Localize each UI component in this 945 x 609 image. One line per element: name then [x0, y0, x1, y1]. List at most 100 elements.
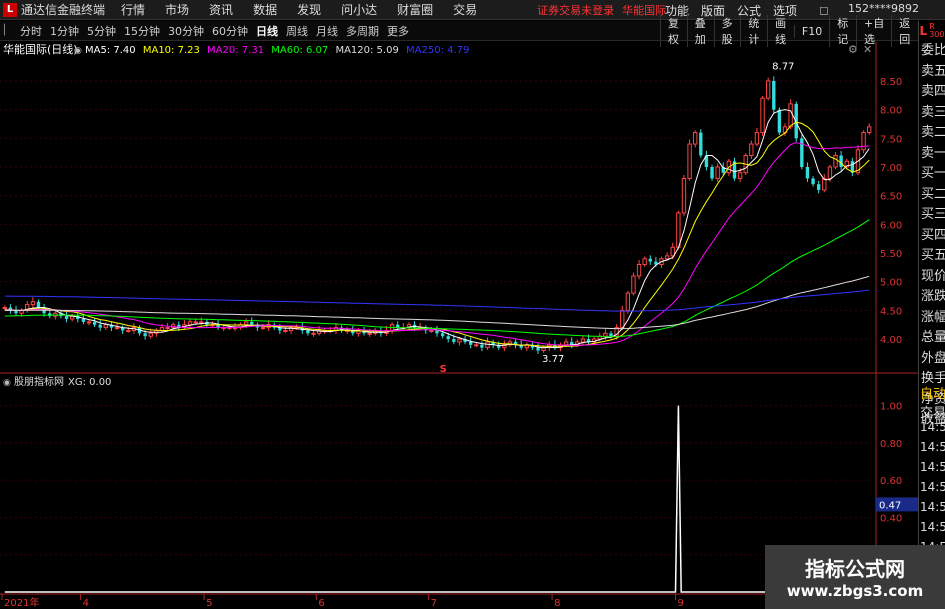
candle-body — [126, 329, 131, 332]
tab-monthly[interactable]: 月线 — [316, 23, 338, 39]
candle-body — [760, 97, 765, 134]
side-item[interactable]: 卖一 — [919, 144, 945, 165]
price-tick-label: 8.00 — [880, 106, 902, 117]
tab-more[interactable]: 更多 — [387, 23, 409, 39]
tab-multi-period[interactable]: 多周期 — [346, 23, 379, 39]
candle-body — [805, 166, 810, 179]
side-item[interactable]: 涨跌 — [919, 287, 945, 308]
menu-item-wealth[interactable]: 财富圈 — [397, 1, 433, 18]
candle-body — [2, 307, 7, 310]
candle-body — [839, 155, 843, 167]
indicator-title: 股朋指标网 — [14, 375, 64, 388]
indicator-current-value: 0.47 — [879, 500, 901, 511]
indicator-value: XG: 0.00 — [68, 377, 111, 388]
menu-item-ask[interactable]: 问小达 — [341, 1, 377, 18]
side-item[interactable]: 买二 — [919, 185, 945, 206]
tab-intraday[interactable]: 分时 — [20, 23, 42, 39]
candle-body — [187, 321, 193, 326]
tab-1min[interactable]: 1分钟 — [50, 23, 79, 39]
login-notice[interactable]: 证券交易未登录 — [537, 2, 614, 18]
candle-body — [681, 177, 687, 214]
side-item[interactable]: 买五 — [919, 246, 945, 267]
app-name: 通达信金融终端 — [21, 3, 106, 17]
ma-legend: MA5: 7.40 MA10: 7.23 MA20: 7.31 MA60: 6.… — [85, 45, 469, 56]
side-item[interactable]: 外盘 — [919, 349, 945, 370]
menu-item-news[interactable]: 资讯 — [209, 1, 233, 18]
indicator-grid: 1.000.800.600.400.200.47 — [0, 402, 918, 562]
date-label: 5 — [206, 598, 212, 609]
menu-item-discover[interactable]: 发现 — [297, 1, 321, 18]
menu-bar: L 通达信金融终端 行情 市场 资讯 数据 发现 问小达 财富圈 交易 证券交易… — [0, 0, 945, 20]
candle-body — [625, 292, 631, 311]
settings-icon[interactable]: ⚙ — [848, 43, 858, 56]
lr-indicator[interactable]: L R 300 — [919, 21, 945, 41]
collapse-icon[interactable]: ▏ — [4, 25, 16, 36]
menu-item-quotes[interactable]: 行情 — [121, 1, 145, 18]
candle-body — [103, 324, 109, 329]
tab-15min[interactable]: 15分钟 — [124, 23, 160, 39]
side-item[interactable]: 现价 — [919, 267, 945, 288]
candle-body — [98, 324, 102, 328]
collapse-header-icon[interactable]: ◉ — [74, 46, 82, 56]
auto-label[interactable]: 自动 — [919, 383, 945, 402]
user-account[interactable]: 152****9892 — [848, 2, 919, 15]
price-tick-label: 6.50 — [880, 192, 902, 203]
tab-5min[interactable]: 5分钟 — [87, 23, 116, 39]
candle-body — [710, 166, 714, 179]
menu-item-data[interactable]: 数据 — [253, 1, 277, 18]
price-tick-label: 4.00 — [880, 335, 902, 346]
candle-body — [687, 143, 692, 179]
kline-chart[interactable]: 华能国际(日线) ◉ MA5: 7.40 MA10: 7.23 MA20: 7.… — [0, 42, 918, 609]
tick-time: 14:56 — [920, 440, 945, 454]
tab-60min[interactable]: 60分钟 — [212, 23, 248, 39]
candle-body — [283, 329, 288, 332]
tab-daily[interactable]: 日线 — [256, 23, 278, 39]
period-toolbar: ▏ 分时 1分钟 5分钟 15分钟 30分钟 60分钟 日线 周线 月线 多周期… — [0, 15, 918, 47]
candle-body — [642, 258, 647, 265]
tab-30min[interactable]: 30分钟 — [168, 23, 204, 39]
price-tick-label: 8.50 — [880, 77, 902, 88]
side-item[interactable]: 总量 — [919, 328, 945, 349]
candle-body — [833, 155, 838, 168]
ma60-label: MA60: 6.07 — [271, 45, 328, 56]
side-item[interactable]: 委比 — [919, 41, 945, 62]
candle-body — [480, 344, 484, 348]
date-label: 2021年 — [4, 596, 39, 609]
candle-body — [367, 332, 372, 335]
candle-body — [676, 212, 681, 248]
indicator-tick-label: 0.60 — [880, 476, 902, 487]
side-item[interactable]: 买三 — [919, 205, 945, 226]
candle-body — [250, 321, 254, 325]
watermark: 指标公式网 www.zbgs3.com — [765, 545, 945, 609]
candle-body — [754, 132, 760, 145]
indicator-tick-label: 1.00 — [880, 402, 902, 413]
tool-f10[interactable]: F10 — [793, 24, 829, 38]
candle-body — [30, 301, 36, 306]
side-item[interactable]: 买一 — [919, 164, 945, 185]
menu-item-trade[interactable]: 交易 — [453, 1, 477, 18]
quote-side-panel: L R 300 委比 卖五 卖四 卖三 卖二 卖一 买一 买二 买三 买四 买五 现价 涨跌 涨幅 总量 外盘换… — [918, 21, 945, 609]
side-item[interactable]: 卖二 — [919, 123, 945, 144]
candle-body — [435, 330, 439, 334]
side-item[interactable]: 卖五 — [919, 62, 945, 83]
date-label: 9 — [678, 598, 684, 609]
candle-body — [260, 327, 266, 330]
side-item[interactable]: 涨幅 — [919, 308, 945, 329]
candle-body — [440, 333, 445, 337]
side-item[interactable]: 卖三 — [919, 103, 945, 124]
candle-body — [811, 178, 815, 185]
sub-collapse-icon[interactable]: ◉ — [3, 378, 11, 388]
candle-body — [64, 316, 69, 319]
menu-item-market[interactable]: 市场 — [165, 1, 189, 18]
candle-body — [765, 80, 771, 99]
close-panel-icon[interactable]: ✕ — [863, 43, 872, 56]
candle-body — [580, 338, 586, 343]
side-item[interactable]: 卖四 — [919, 82, 945, 103]
candle-body — [165, 327, 170, 330]
candle-body — [609, 333, 613, 337]
candle-body — [114, 327, 120, 330]
tab-weekly[interactable]: 周线 — [286, 23, 308, 39]
side-item[interactable]: 买四 — [919, 226, 945, 247]
high-label: 8.77 — [772, 61, 794, 72]
candle-body — [36, 301, 41, 308]
